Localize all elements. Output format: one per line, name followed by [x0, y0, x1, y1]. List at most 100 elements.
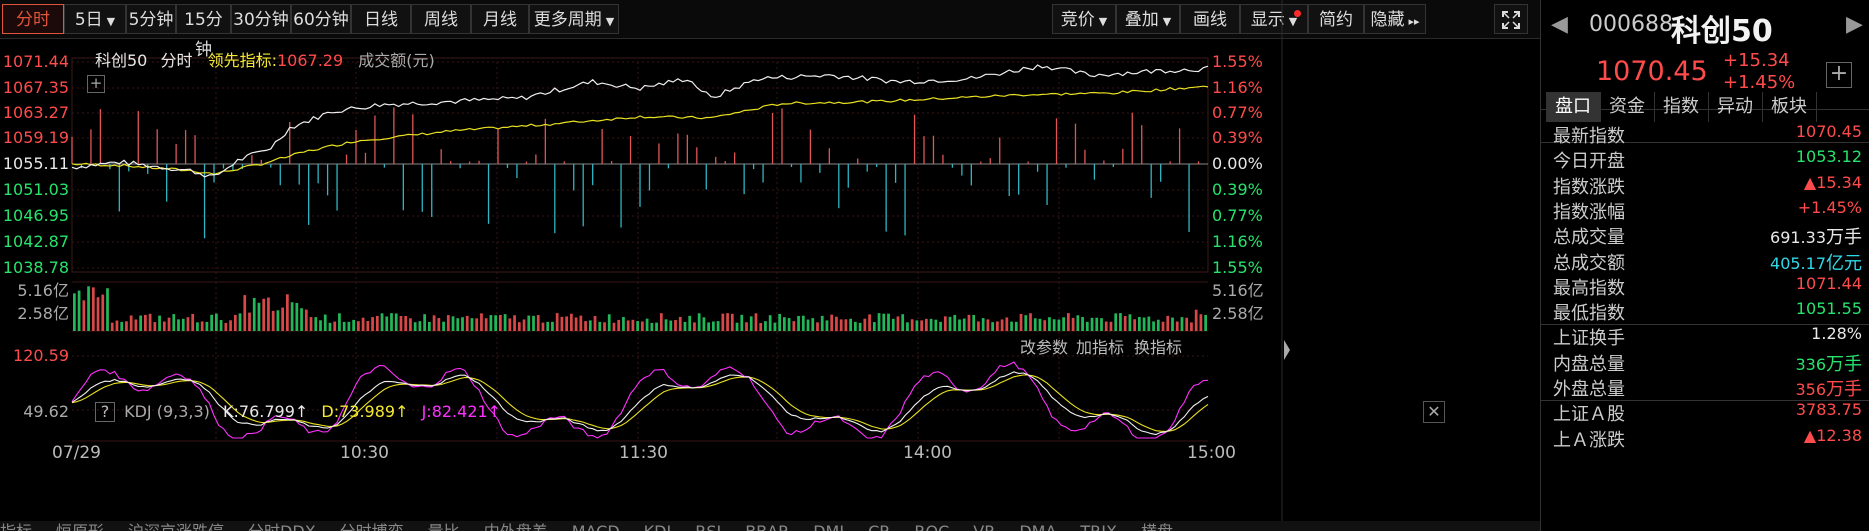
- volume-bar: [745, 322, 748, 331]
- panel-tab[interactable]: 异动: [1708, 92, 1763, 122]
- volume-bar: [1000, 319, 1004, 331]
- indicator-tab[interactable]: MACD: [572, 522, 620, 531]
- kdj-tool-button[interactable]: 改参数: [1020, 334, 1068, 358]
- kdj-tool-button[interactable]: 加指标: [1076, 334, 1124, 358]
- volume-bar: [1119, 313, 1122, 331]
- volume-bar: [641, 321, 644, 331]
- stock-name: 科创50: [1671, 14, 1773, 49]
- volume-bar: [162, 321, 166, 331]
- panel-tab[interactable]: 资金: [1600, 92, 1655, 122]
- kdj-close-icon[interactable]: ✕: [1423, 401, 1445, 423]
- volume-bar: [276, 310, 280, 331]
- indicator-tab[interactable]: CR: [868, 522, 890, 531]
- volume-bar: [1171, 317, 1174, 331]
- volume-bar: [593, 316, 597, 331]
- panel-tab[interactable]: 板块: [1762, 92, 1817, 122]
- volume-bar: [229, 320, 232, 331]
- volume-bar: [735, 322, 739, 331]
- volume-bar: [1081, 317, 1084, 331]
- volume-bar: [413, 322, 417, 331]
- volume-bar: [442, 321, 445, 331]
- indicator-tab[interactable]: VR: [973, 522, 995, 531]
- indicator-tab[interactable]: 横盘: [1141, 522, 1173, 531]
- volume-bar: [820, 315, 824, 331]
- volume-bar: [863, 318, 867, 331]
- volume-bar: [494, 315, 497, 331]
- volume-bar: [470, 318, 474, 331]
- indicator-tab[interactable]: 沪深京涨跌停: [128, 522, 224, 531]
- volume-bar: [527, 315, 531, 331]
- volume-bar: [210, 314, 213, 331]
- indicator-tab[interactable]: BBAR: [745, 522, 789, 531]
- volume-bar: [849, 318, 852, 331]
- volume-bar: [428, 321, 431, 331]
- stat-label: 指数涨跌: [1553, 176, 1625, 198]
- volume-bar: [806, 319, 810, 331]
- indicator-tab[interactable]: KDJ: [644, 522, 672, 531]
- pct-axis-label: 1.16%: [1212, 232, 1263, 251]
- volume-bar: [314, 317, 318, 331]
- price-change: +15.34: [1723, 50, 1790, 71]
- volume-bar: [1048, 317, 1051, 331]
- volume-bar: [716, 321, 720, 331]
- volume-bar: [560, 316, 564, 331]
- volume-bar: [872, 322, 876, 331]
- indicator-tab[interactable]: 分时博弈: [340, 522, 404, 531]
- volume-bar: [357, 321, 360, 331]
- volume-bar: [721, 313, 725, 331]
- zoom-plus-icon[interactable]: +: [87, 75, 105, 93]
- stat-label: 指数涨幅: [1553, 201, 1625, 223]
- indicator-tab[interactable]: 恒原形: [56, 522, 104, 531]
- volume-bar: [702, 317, 706, 331]
- panel-tab[interactable]: 盘口: [1546, 92, 1601, 122]
- volume-bar: [286, 294, 289, 331]
- stat-label: 内盘总量: [1553, 353, 1625, 375]
- stat-value: 1053.12: [1796, 147, 1862, 166]
- volume-bar: [678, 316, 682, 331]
- stat-number: +1.45%: [1797, 197, 1862, 217]
- collapse-panel-icon[interactable]: [1284, 340, 1290, 360]
- volume-bar: [1076, 315, 1080, 331]
- volume-bar: [962, 318, 966, 331]
- volume-bar: [418, 321, 422, 331]
- volume-bar: [650, 322, 654, 331]
- kdj-tool-button[interactable]: 换指标: [1134, 334, 1182, 358]
- indicator-tab[interactable]: 量比: [428, 522, 460, 531]
- indicator-tab[interactable]: ROC: [914, 522, 949, 531]
- lead-indicator-line: [71, 85, 1209, 175]
- volume-bar: [200, 321, 204, 331]
- stat-number: 1053.12: [1795, 147, 1862, 167]
- add-watchlist-icon[interactable]: +: [1826, 62, 1852, 88]
- legend-name: 科创50: [95, 51, 148, 70]
- indicator-tab[interactable]: DMA: [1019, 522, 1056, 531]
- volume-bar: [91, 287, 95, 331]
- volume-bar: [451, 316, 455, 331]
- intraday-chart[interactable]: [0, 0, 1527, 531]
- indicator-tab[interactable]: 内外盘差: [484, 522, 548, 531]
- volume-bar: [749, 316, 753, 331]
- indicator-tab[interactable]: 分时DDX: [248, 522, 316, 531]
- indicator-tab[interactable]: TRIX: [1080, 522, 1117, 531]
- price-axis-label: 1071.44: [2, 52, 69, 71]
- volume-bar: [787, 318, 791, 331]
- question-icon[interactable]: ?: [95, 402, 115, 422]
- volume-axis-top-right: 5.16亿: [1212, 281, 1264, 300]
- panel-tab[interactable]: 指数: [1654, 92, 1709, 122]
- pct-axis-label: 0.00%: [1212, 154, 1263, 173]
- stat-value: 1.28%: [1811, 324, 1862, 343]
- volume-bar: [120, 321, 124, 331]
- volume-bar: [754, 313, 758, 331]
- legend-volume-label: 成交额(元): [358, 51, 435, 70]
- volume-bar: [697, 313, 701, 331]
- volume-bar: [186, 317, 190, 331]
- indicator-tab[interactable]: 指标: [0, 522, 32, 531]
- next-stock-icon[interactable]: ▶: [1846, 12, 1863, 37]
- indicator-tab[interactable]: DMI: [813, 522, 844, 531]
- indicator-tab[interactable]: RSI: [695, 522, 721, 531]
- pct-axis-label: 0.39%: [1212, 128, 1263, 147]
- volume-bar: [1057, 319, 1061, 331]
- volume-bar: [811, 318, 815, 331]
- prev-stock-icon[interactable]: ◀: [1551, 12, 1568, 37]
- volume-bar: [371, 317, 374, 331]
- volume-bar: [1133, 319, 1136, 331]
